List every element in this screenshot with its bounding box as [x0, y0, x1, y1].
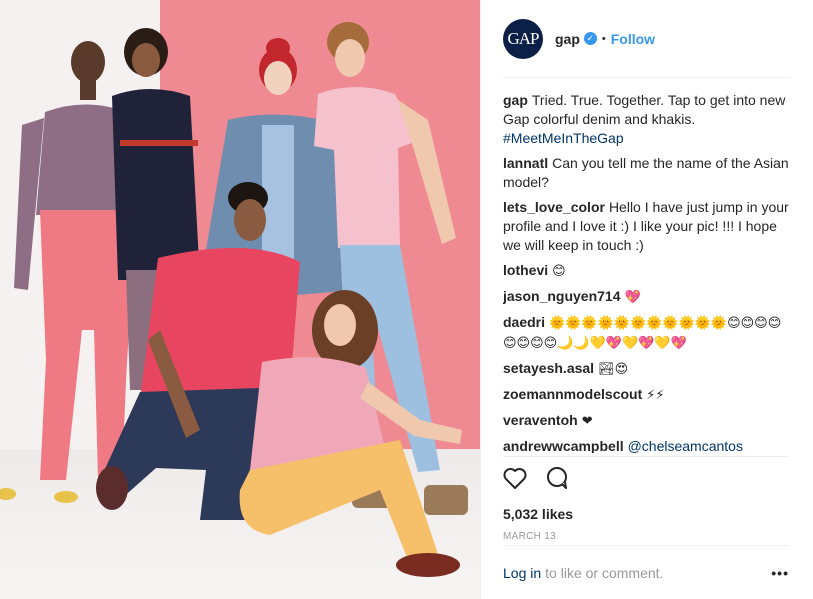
post-photo[interactable]: [0, 0, 480, 599]
comment-item: zoemannmodelscout ⚡⚡: [503, 385, 789, 405]
comment-username[interactable]: lannatl: [503, 155, 548, 171]
avatar[interactable]: GAP: [503, 18, 543, 59]
avatar-logo-text: GAP: [507, 28, 539, 48]
comment-username[interactable]: veraventoh: [503, 412, 578, 428]
caption-text: Tried. True. Together. Tap to get into n…: [503, 92, 786, 127]
models-illustration: [0, 22, 468, 577]
comment-text: 😊: [552, 264, 566, 279]
comment-username[interactable]: setayesh.asal: [503, 360, 594, 376]
comment-text: ⚡⚡: [646, 388, 665, 403]
comment-text: 💖: [624, 290, 641, 305]
post-date: MARCH 13: [503, 531, 556, 542]
comment-username[interactable]: lets_love_color: [503, 199, 605, 215]
username[interactable]: gap: [555, 31, 580, 47]
comment-text: 🏞😍: [598, 362, 629, 377]
login-prompt: to like or comment.: [545, 564, 664, 581]
comment-username[interactable]: jason_nguyen714: [503, 288, 621, 304]
comments-list[interactable]: gap Tried. True. Together. Tap to get int…: [503, 78, 789, 453]
comment-item: andrewwcampbell @chelseamcantos: [503, 437, 789, 453]
login-link[interactable]: Log in: [503, 565, 541, 581]
post-header: GAP gap ✓ • Follow: [503, 0, 789, 78]
verified-badge-icon: ✓: [583, 32, 597, 45]
login-bar: Log in to like or comment. •••: [503, 545, 789, 599]
comment-username[interactable]: daedri: [503, 314, 545, 330]
comment-username[interactable]: lothevi: [503, 262, 548, 278]
follow-button[interactable]: Follow: [611, 31, 655, 47]
comment-item: daedri 🌞🌞🌞🌞🌞🌞🌞🌞🌞🌞🌞😊😊😊😊😊😊😊😊🌙🌙💛💖💛💖💛💖: [503, 313, 789, 353]
comment-text: ❤: [581, 414, 593, 429]
separator-dot: •: [601, 32, 606, 45]
likes-count[interactable]: 5,032 likes: [503, 506, 789, 522]
post-sidebar: GAP gap ✓ • Follow gap Tried. True. Toget…: [480, 0, 813, 599]
caption: gap Tried. True. Together. Tap to get int…: [503, 91, 789, 148]
comment-item: jason_nguyen714 💖: [503, 287, 789, 307]
comment-item: lothevi 😊: [503, 261, 789, 281]
comment-username[interactable]: andrewwcampbell: [503, 438, 624, 453]
action-icons: [503, 466, 789, 495]
comment-icon[interactable]: [545, 466, 569, 495]
mention-link[interactable]: @chelseamcantos: [628, 438, 743, 453]
comment-item: setayesh.asal 🏞😍: [503, 359, 789, 379]
comment-item: lannatl Can you tell me the name of the A…: [503, 154, 789, 192]
comment-username[interactable]: zoemannmodelscout: [503, 386, 642, 402]
heart-icon[interactable]: [503, 467, 527, 494]
instagram-post: GAP gap ✓ • Follow gap Tried. True. Toget…: [0, 0, 813, 599]
more-options-icon[interactable]: •••: [771, 565, 789, 581]
hashtag-link[interactable]: #MeetMeInTheGap: [503, 130, 624, 146]
comment-item: veraventoh ❤: [503, 411, 789, 431]
comment-item: lets_love_color Hello I have just jump in…: [503, 198, 789, 255]
caption-username[interactable]: gap: [503, 92, 528, 108]
post-actions: 5,032 likes MARCH 13: [503, 456, 789, 542]
